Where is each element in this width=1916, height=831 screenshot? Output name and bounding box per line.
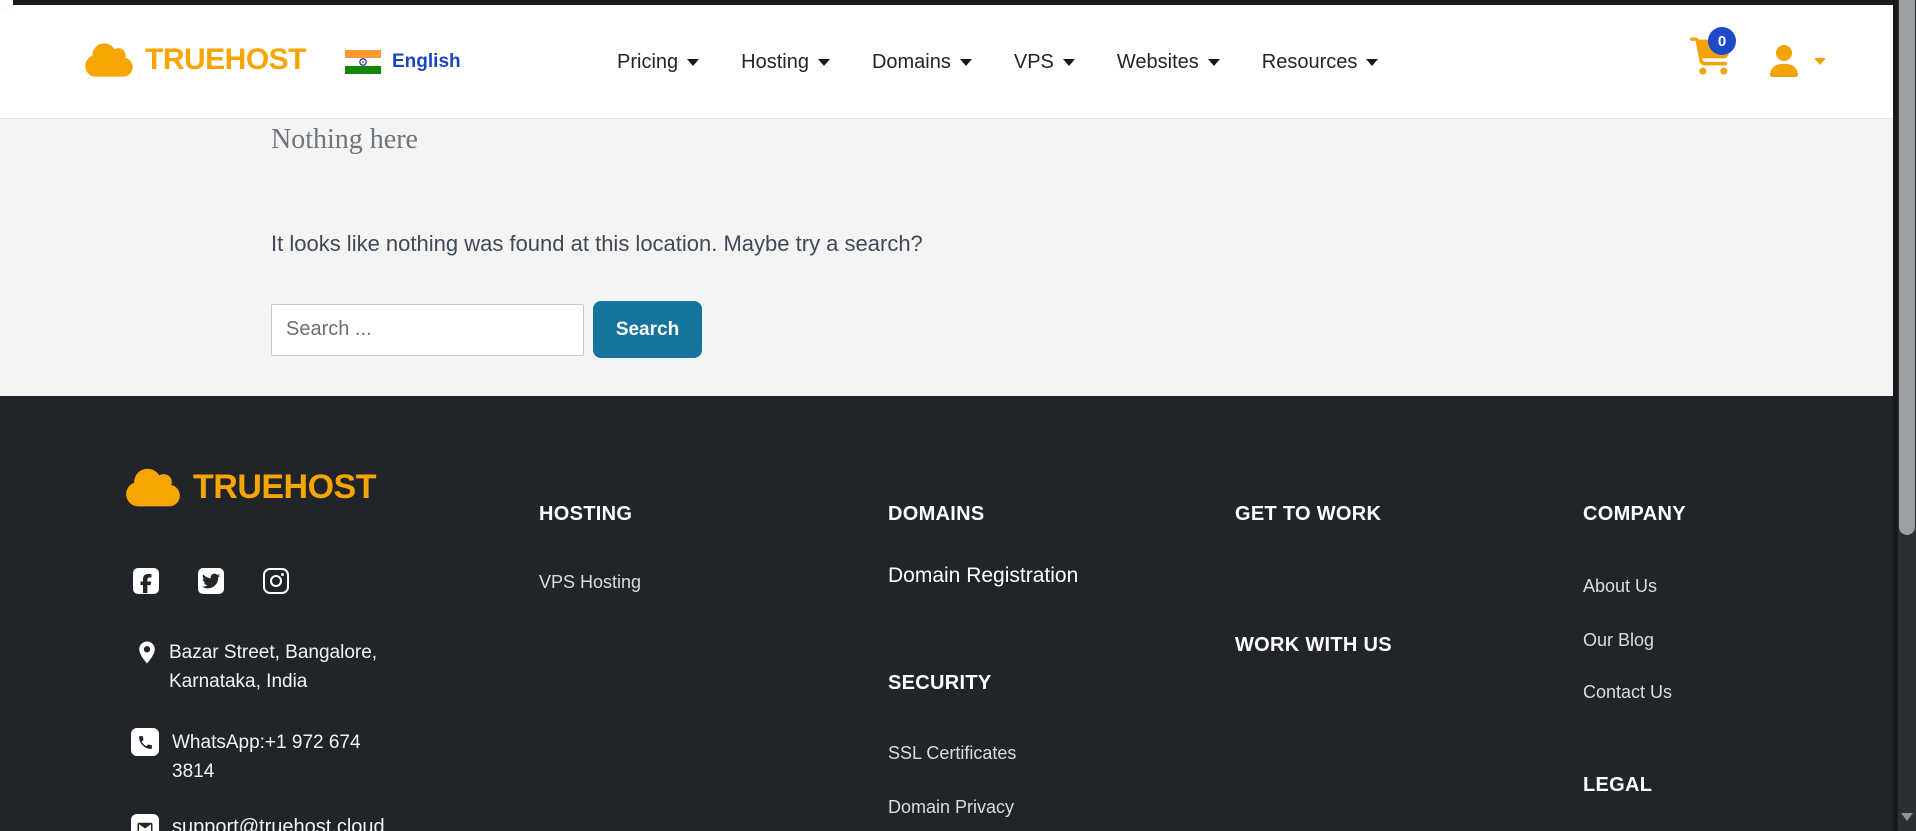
cart-button[interactable]: 0 xyxy=(1690,27,1746,93)
nav-label: Resources xyxy=(1261,50,1358,73)
site-footer: TRUEHOST Bazar Street, Bangalore, Karnat… xyxy=(0,396,1898,831)
footer-heading-work-with-us: WORK WITH US xyxy=(1235,634,1392,656)
nav-label: Domains xyxy=(871,50,951,73)
footer-link-domain-privacy[interactable]: Domain Privacy xyxy=(888,797,1014,818)
footer-link-domain-registration[interactable]: Domain Registration xyxy=(888,564,1078,588)
chevron-down-icon xyxy=(1814,57,1826,65)
instagram-dot xyxy=(281,573,284,576)
social-links xyxy=(133,568,289,594)
phone-icon xyxy=(131,728,159,756)
main-nav: Pricing Hosting Domains VPS Websites Res… xyxy=(617,5,1379,119)
location-pin-icon xyxy=(139,641,155,664)
instagram-button[interactable] xyxy=(263,568,289,594)
not-found-section: Nothing here It looks like nothing was f… xyxy=(0,119,1898,396)
not-found-message: It looks like nothing was found at this … xyxy=(271,231,923,256)
top-edge-notch xyxy=(0,0,13,12)
brand-wordmark: TRUEHOST xyxy=(145,43,307,76)
footer-heading-security: SECURITY xyxy=(888,672,992,694)
india-flag-icon xyxy=(345,50,381,74)
footer-heading-company: COMPANY xyxy=(1583,503,1686,525)
footer-heading-get-to-work: GET TO WORK xyxy=(1235,503,1382,525)
address-line2: Karnataka, India xyxy=(169,671,308,692)
chevron-down-icon xyxy=(1207,58,1220,66)
chevron-down-icon xyxy=(687,58,700,66)
site-header: TRUEHOST English Pricing Hosting Domains… xyxy=(0,5,1898,119)
nav-item-domains[interactable]: Domains xyxy=(872,51,972,74)
whatsapp-text: WhatsApp:+1 972 674 3814 xyxy=(172,728,361,786)
page: TRUEHOST English Pricing Hosting Domains… xyxy=(0,0,1898,831)
nav-item-websites[interactable]: Websites xyxy=(1117,51,1220,74)
nav-item-vps[interactable]: VPS xyxy=(1014,51,1075,74)
top-edge-bar xyxy=(0,0,1898,5)
footer-heading-legal: LEGAL xyxy=(1583,774,1653,796)
account-menu[interactable] xyxy=(1768,45,1826,77)
page-title: Nothing here xyxy=(271,124,418,155)
chevron-down-icon xyxy=(1062,58,1075,66)
user-icon xyxy=(1770,45,1798,77)
footer-heading-hosting: HOSTING xyxy=(539,503,633,525)
search-input[interactable] xyxy=(271,303,584,356)
nav-item-hosting[interactable]: Hosting xyxy=(741,51,830,74)
address-row: Bazar Street, Bangalore, Karnataka, Indi… xyxy=(136,638,377,696)
email-row[interactable]: support@truehost.cloud xyxy=(131,814,385,831)
nav-label: Hosting xyxy=(741,50,809,73)
footer-link-about-us[interactable]: About Us xyxy=(1583,576,1657,597)
search-button[interactable]: Search xyxy=(593,301,702,358)
chevron-down-icon xyxy=(959,58,972,66)
header-logo[interactable]: TRUEHOST xyxy=(85,41,307,79)
twitter-button[interactable] xyxy=(198,568,224,594)
email-icon xyxy=(131,814,159,831)
facebook-button[interactable] xyxy=(133,568,159,594)
language-label: English xyxy=(392,51,461,72)
address-line1: Bazar Street, Bangalore, xyxy=(169,642,378,663)
footer-logo[interactable]: TRUEHOST xyxy=(126,466,377,509)
footer-heading-domains: DOMAINS xyxy=(888,503,985,525)
address-text: Bazar Street, Bangalore, Karnataka, Indi… xyxy=(169,638,377,696)
language-selector[interactable]: English xyxy=(345,50,461,74)
cloud-logo-icon xyxy=(126,468,180,507)
nav-label: Websites xyxy=(1116,50,1199,73)
email-text: support@truehost.cloud xyxy=(172,816,385,831)
scrollbar-down-arrow[interactable] xyxy=(1901,813,1913,821)
cart-count-badge: 0 xyxy=(1708,27,1736,55)
whatsapp-line1: WhatsApp:+1 972 674 xyxy=(172,732,361,753)
whatsapp-row[interactable]: WhatsApp:+1 972 674 3814 xyxy=(131,728,361,786)
whatsapp-line2: 3814 xyxy=(172,761,215,782)
nav-item-resources[interactable]: Resources xyxy=(1262,51,1379,74)
instagram-icon xyxy=(270,575,282,587)
nav-item-pricing[interactable]: Pricing xyxy=(617,50,700,74)
nav-label: VPS xyxy=(1013,50,1054,73)
chevron-down-icon xyxy=(817,58,830,66)
footer-link-vps-hosting[interactable]: VPS Hosting xyxy=(539,572,641,593)
search-form: Search xyxy=(271,301,1898,358)
nav-label: Pricing xyxy=(617,50,679,73)
facebook-icon xyxy=(140,573,152,594)
chevron-down-icon xyxy=(1366,58,1379,66)
vertical-scrollbar[interactable] xyxy=(1898,0,1916,831)
twitter-icon xyxy=(202,573,220,589)
footer-link-our-blog[interactable]: Our Blog xyxy=(1583,630,1654,651)
footer-link-contact-us[interactable]: Contact Us xyxy=(1583,682,1672,703)
brand-wordmark: TRUEHOST xyxy=(193,468,377,506)
cloud-logo-icon xyxy=(85,43,133,77)
footer-link-ssl-certificates[interactable]: SSL Certificates xyxy=(888,743,1016,764)
scrollbar-thumb[interactable] xyxy=(1899,0,1915,535)
